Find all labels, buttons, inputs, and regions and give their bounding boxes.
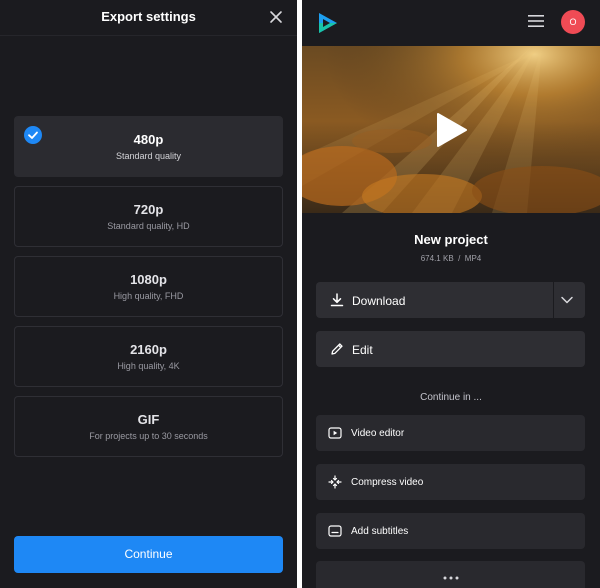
quality-option-480p[interactable]: 480p Standard quality bbox=[14, 116, 283, 177]
export-settings-title: Export settings bbox=[101, 9, 196, 24]
compress-video-label: Compress video bbox=[351, 477, 424, 488]
quality-option-1080p[interactable]: 1080p High quality, FHD bbox=[14, 256, 283, 317]
play-icon[interactable] bbox=[434, 112, 468, 148]
add-subtitles-button[interactable]: Add subtitles bbox=[316, 513, 585, 549]
continue-button[interactable]: Continue bbox=[14, 536, 283, 573]
user-avatar[interactable]: O bbox=[561, 10, 585, 34]
meta-separator: / bbox=[458, 254, 461, 263]
chevron-down-icon[interactable] bbox=[560, 294, 574, 306]
pencil-icon bbox=[331, 343, 343, 355]
continue-in-heading: Continue in ... bbox=[420, 392, 482, 403]
project-title: New project bbox=[414, 232, 488, 247]
option-subtitle: Standard quality bbox=[115, 151, 182, 161]
video-editor-label: Video editor bbox=[351, 428, 405, 439]
more-options-button[interactable] bbox=[316, 561, 585, 588]
compress-video-button[interactable]: Compress video bbox=[316, 464, 585, 500]
download-icon bbox=[330, 293, 344, 307]
file-format: MP4 bbox=[464, 254, 482, 263]
edit-label: Edit bbox=[352, 343, 373, 357]
split-divider bbox=[553, 282, 554, 318]
edit-button[interactable]: Edit bbox=[316, 331, 585, 367]
video-editor-button[interactable]: Video editor bbox=[316, 415, 585, 451]
play-square-icon bbox=[328, 427, 342, 439]
export-settings-header: Export settings bbox=[0, 0, 297, 36]
option-title: 720p bbox=[133, 202, 164, 217]
option-subtitle: For projects up to 30 seconds bbox=[89, 431, 208, 441]
option-title: 480p bbox=[133, 132, 164, 147]
download-label: Download bbox=[352, 294, 406, 308]
close-icon[interactable] bbox=[267, 8, 285, 26]
quality-option-720p[interactable]: 720p Standard quality, HD bbox=[14, 186, 283, 247]
add-subtitles-label: Add subtitles bbox=[351, 526, 409, 537]
option-subtitle: High quality, FHD bbox=[113, 291, 184, 301]
compress-icon bbox=[328, 475, 342, 489]
quality-option-gif[interactable]: GIF For projects up to 30 seconds bbox=[14, 396, 283, 457]
export-settings-panel: Export settings 480p Standard quality 72… bbox=[0, 0, 297, 588]
project-panel: O New project 674.1 KB / MP4 Download Ed… bbox=[302, 0, 600, 588]
quality-option-2160p[interactable]: 2160p High quality, 4K bbox=[14, 326, 283, 387]
file-size: 674.1 KB bbox=[420, 254, 454, 263]
project-meta: 674.1 KB / MP4 bbox=[302, 254, 600, 263]
video-preview[interactable] bbox=[302, 46, 600, 213]
more-icon bbox=[443, 576, 459, 580]
subtitles-icon bbox=[328, 525, 342, 537]
hamburger-menu-icon[interactable] bbox=[528, 14, 544, 28]
option-subtitle: Standard quality, HD bbox=[107, 221, 190, 231]
app-logo-icon bbox=[319, 13, 337, 33]
option-subtitle: High quality, 4K bbox=[117, 361, 180, 371]
download-button[interactable]: Download bbox=[316, 282, 585, 318]
option-title: 2160p bbox=[130, 342, 167, 357]
option-title: 1080p bbox=[130, 272, 167, 287]
option-title: GIF bbox=[137, 412, 160, 427]
